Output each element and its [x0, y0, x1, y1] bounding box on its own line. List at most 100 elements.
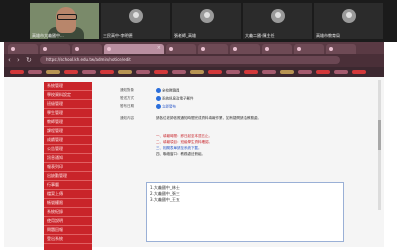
browser-tab[interactable] — [40, 44, 70, 54]
bookmark-item[interactable] — [28, 70, 42, 74]
close-icon[interactable]: × — [157, 45, 161, 51]
sidebar-item-label: 報表列印 — [47, 164, 63, 169]
participant-tile[interactable]: 張老師_高雄 — [172, 3, 241, 39]
participant-tile-video[interactable]: 高雄市大義國中... — [30, 3, 99, 39]
browser-tab[interactable] — [166, 44, 196, 54]
sidebar-item[interactable]: 問題回報 — [44, 226, 92, 235]
browser-tab[interactable] — [262, 44, 292, 54]
bookmark-item[interactable] — [190, 70, 204, 74]
detail-line[interactable]: 三、相關表單請至系統下載。 — [156, 146, 202, 151]
favicon-icon — [233, 47, 237, 51]
sidebar-item[interactable]: 檔案上傳 — [44, 190, 92, 199]
favicon-icon — [329, 47, 333, 51]
sidebar-item[interactable]: 帳號權限 — [44, 199, 92, 208]
detail-line: 四、聯絡窗口：教務處註冊組。 — [156, 152, 205, 156]
participant-tile[interactable]: 三民高中-李明德 — [101, 3, 170, 39]
sidebar-item-label: 登出系統 — [47, 236, 63, 241]
sidebar-item[interactable]: 學生管理 — [44, 109, 92, 118]
sidebar-item[interactable]: 報表列印 — [44, 163, 92, 172]
bookmarks-bar — [4, 67, 384, 77]
sidebar-item[interactable]: 登出系統 — [44, 235, 92, 244]
browser-tab[interactable] — [198, 44, 228, 54]
bookmark-item[interactable] — [352, 70, 366, 74]
page-scrollbar[interactable] — [378, 80, 381, 210]
bookmark-item[interactable] — [280, 70, 294, 74]
bookmark-item[interactable] — [118, 70, 132, 74]
sidebar-item[interactable]: 教師管理 — [44, 118, 92, 127]
field-value[interactable]: 立即發布 — [156, 104, 176, 110]
participant-tile[interactable]: 高雄市教育局 — [314, 3, 383, 39]
sidebar-item[interactable]: 使用說明 — [44, 217, 92, 226]
bookmark-item[interactable] — [172, 70, 186, 74]
sidebar-item-label: 公告管理 — [47, 146, 63, 151]
content-textarea[interactable]: 1.大義國中_林士 2.大義國中_張三 3.大義國中_王五 — [146, 182, 344, 242]
sidebar-item-label: 學生管理 — [47, 110, 63, 115]
browser-tab[interactable] — [294, 44, 324, 54]
browser-tab[interactable] — [72, 44, 102, 54]
sidebar-item[interactable]: 班級管理 — [44, 100, 92, 109]
bookmark-item[interactable] — [316, 70, 330, 74]
browser-toolbar: ‹ › ↻ https://school.kh.edu.tw/admin/not… — [4, 54, 384, 67]
url-text: https://school.kh.edu.tw/admin/notice/ed… — [46, 57, 131, 62]
sidebar-item-label: 使用說明 — [47, 218, 63, 223]
forward-button[interactable]: › — [17, 56, 20, 64]
sidebar-item-label: 檔案上傳 — [47, 191, 63, 196]
bookmark-item[interactable] — [46, 70, 60, 74]
bookmark-item[interactable] — [226, 70, 240, 74]
bookmark-item[interactable] — [334, 70, 348, 74]
avatar-icon — [342, 9, 356, 23]
meeting-participants-bar: 高雄市大義國中... 三民高中-李明德 張老師_高雄 大義二國-陳主任 高雄市教… — [0, 0, 397, 42]
sidebar-nav: 系統管理 學校資料設定 班級管理 學生管理 教師管理 課程管理 成績管理 公告管… — [44, 82, 92, 250]
sidebar-item-label: 訊息通知 — [47, 155, 63, 160]
sidebar-item[interactable]: 出缺勤管理 — [44, 172, 92, 181]
sidebar-item[interactable]: 行事曆 — [44, 181, 92, 190]
sidebar-item-label: 班級管理 — [47, 101, 63, 106]
back-button[interactable]: ‹ — [8, 56, 11, 64]
form-area: 通知對象 全校教職員 發送方式 系統訊息及電子郵件 發布日期 立即發布 通知內容… — [100, 86, 370, 244]
participant-name: 大義二國-陳主任 — [245, 33, 275, 38]
browser-tab[interactable] — [326, 44, 356, 54]
sidebar-item-label: 帳號權限 — [47, 200, 63, 205]
scrollbar-thumb[interactable] — [378, 120, 381, 150]
sidebar-item[interactable]: 成績管理 — [44, 136, 92, 145]
bookmark-item[interactable] — [100, 70, 114, 74]
field-label: 通知對象 — [120, 88, 134, 92]
field-value[interactable]: 系統訊息及電子郵件 — [156, 96, 194, 102]
field-label: 發送方式 — [120, 96, 134, 100]
glasses — [57, 14, 77, 20]
bookmark-item[interactable] — [10, 70, 24, 74]
bookmark-item[interactable] — [244, 70, 258, 74]
participant-name: 高雄市大義國中... — [32, 33, 64, 38]
address-bar[interactable]: https://school.kh.edu.tw/admin/notice/ed… — [40, 56, 340, 64]
textarea-line: 2.大義國中_張三 — [150, 191, 180, 196]
bookmark-item[interactable] — [298, 70, 312, 74]
bookmark-item[interactable] — [136, 70, 150, 74]
participant-tile[interactable]: 大義二國-陳主任 — [243, 3, 312, 39]
textarea-line: 1.大義國中_林士 — [150, 185, 180, 190]
bookmark-item[interactable] — [154, 70, 168, 74]
favicon-icon — [297, 47, 301, 51]
browser-tab[interactable] — [230, 44, 260, 54]
browser-tab-active[interactable]: × — [104, 44, 164, 54]
bookmark-item[interactable] — [262, 70, 276, 74]
reload-button[interactable]: ↻ — [26, 56, 32, 64]
sidebar-item[interactable]: 公告管理 — [44, 145, 92, 154]
bookmark-item[interactable] — [64, 70, 78, 74]
sidebar-item[interactable]: 訊息通知 — [44, 154, 92, 163]
bookmark-item[interactable] — [208, 70, 222, 74]
bookmark-item[interactable] — [82, 70, 96, 74]
sidebar-item-label: 行事曆 — [47, 182, 59, 187]
sidebar-item[interactable]: 學校資料設定 — [44, 91, 92, 100]
field-value[interactable]: 全校教職員 — [156, 88, 180, 94]
avatar-icon — [200, 9, 214, 23]
browser-tab[interactable] — [8, 44, 38, 54]
sidebar-item-label: 問題回報 — [47, 227, 63, 232]
favicon-icon — [11, 47, 15, 51]
sidebar-item[interactable]: 課程管理 — [44, 127, 92, 136]
sidebar-item-label: 出缺勤管理 — [47, 173, 67, 178]
sidebar-item[interactable]: 系統紀錄 — [44, 208, 92, 217]
favicon-icon — [43, 47, 47, 51]
sidebar-item-label: 課程管理 — [47, 128, 63, 133]
sidebar-item[interactable]: 系統管理 — [44, 82, 92, 91]
textarea-line: 3.大義國中_王五 — [150, 197, 180, 202]
